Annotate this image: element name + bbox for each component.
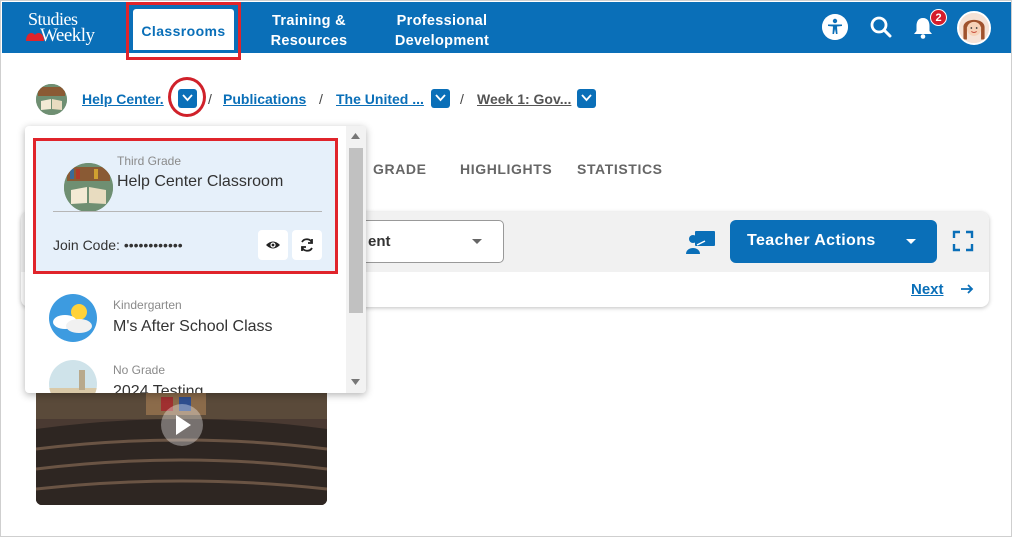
selected-classroom-item[interactable]: Third Grade Help Center Classroom Join C… xyxy=(33,138,338,274)
breadcrumb-classroom-dropdown[interactable] xyxy=(178,89,197,108)
scroll-down-icon[interactable] xyxy=(351,379,360,385)
chevron-down-icon xyxy=(182,94,193,102)
open-book-icon xyxy=(64,163,113,212)
classroom-grade: Kindergarten xyxy=(113,298,182,312)
tab-grade[interactable]: GRADE xyxy=(373,161,427,177)
scroll-up-icon[interactable] xyxy=(351,133,360,139)
user-avatar[interactable] xyxy=(957,11,991,45)
classroom-name: Help Center Classroom xyxy=(117,173,284,190)
nav-classrooms-highlight: Classrooms xyxy=(126,2,241,60)
divider xyxy=(53,211,322,212)
breadcrumb-help-center[interactable]: Help Center. xyxy=(82,91,164,107)
tab-highlights[interactable]: HIGHLIGHTS xyxy=(460,161,552,177)
search-icon[interactable] xyxy=(868,14,894,40)
tab-statistics[interactable]: STATISTICS xyxy=(577,161,663,177)
classroom-name: 2024 Testing xyxy=(113,383,204,393)
list-item[interactable]: No Grade 2024 Testing xyxy=(25,352,345,393)
breadcrumb-week[interactable]: Week 1: Gov... xyxy=(477,91,571,107)
teacher-actions-button[interactable]: Teacher Actions xyxy=(730,220,937,263)
landscape-icon xyxy=(49,360,97,393)
breadcrumb-separator: / xyxy=(460,91,464,107)
caret-down-icon xyxy=(906,239,916,244)
breadcrumb-separator: / xyxy=(319,91,323,107)
list-item[interactable]: Kindergarten M's After School Class xyxy=(25,286,345,352)
classroom-thumbnail xyxy=(64,163,113,212)
apple-icon xyxy=(26,33,44,41)
breadcrumb-publication-dropdown[interactable] xyxy=(431,89,450,108)
nav-professional-line1: Professional xyxy=(396,13,488,29)
join-code-label: Join Code: •••••••••••• xyxy=(53,237,183,253)
studies-weekly-logo[interactable]: Studies Weekly xyxy=(24,9,114,47)
top-navbar: Studies Weekly Classrooms Training & Res… xyxy=(2,2,1011,60)
chevron-down-icon xyxy=(435,94,446,102)
classroom-avatar[interactable] xyxy=(36,84,67,115)
nav-classrooms-tab[interactable]: Classrooms xyxy=(133,9,234,53)
breadcrumb-publication-title[interactable]: The United ... xyxy=(336,91,424,107)
app-window: Studies Weekly Classrooms Training & Res… xyxy=(0,0,1012,537)
arrow-right-icon[interactable] xyxy=(960,282,974,296)
nav-training-line1: Training & xyxy=(272,13,346,29)
open-book-icon xyxy=(36,84,67,115)
chevron-down-icon xyxy=(581,94,592,102)
show-join-code-button[interactable] xyxy=(258,230,288,260)
dropdown-scrollbar-thumb[interactable] xyxy=(349,148,363,313)
breadcrumb-separator: / xyxy=(208,91,212,107)
view-select-value: ent xyxy=(368,233,391,250)
breadcrumb-publications[interactable]: Publications xyxy=(223,91,306,107)
play-button[interactable] xyxy=(161,404,203,446)
breadcrumb-week-dropdown[interactable] xyxy=(577,89,596,108)
refresh-icon xyxy=(301,238,313,252)
sun-clouds-icon xyxy=(49,294,97,342)
fullscreen-icon[interactable] xyxy=(952,230,974,252)
user-face-icon xyxy=(959,13,989,43)
nav-professional-development[interactable]: Professional Development xyxy=(388,11,496,51)
join-code-value: •••••••••••• xyxy=(123,237,183,253)
accessibility-icon[interactable] xyxy=(822,14,848,40)
classroom-grade: Third Grade xyxy=(117,154,182,168)
nav-training-line2: Resources xyxy=(270,33,348,49)
nav-professional-line2: Development xyxy=(394,33,490,49)
teacher-actions-label: Teacher Actions xyxy=(747,232,876,249)
caret-down-icon xyxy=(472,239,482,244)
classroom-grade: No Grade xyxy=(113,363,166,377)
eye-icon xyxy=(266,241,280,249)
join-code-label-text: Join Code: xyxy=(53,237,120,253)
classroom-thumbnail xyxy=(49,360,97,393)
next-link[interactable]: Next xyxy=(911,281,944,298)
classroom-dropdown-menu[interactable]: Third Grade Help Center Classroom Join C… xyxy=(25,126,366,393)
play-icon xyxy=(176,415,191,435)
classroom-name: M's After School Class xyxy=(113,318,273,335)
logo-text-line2: Weekly xyxy=(40,25,95,46)
notification-badge: 2 xyxy=(930,9,947,26)
nav-training-resources[interactable]: Training & Resources xyxy=(264,11,354,51)
classroom-thumbnail xyxy=(49,294,97,342)
present-icon[interactable] xyxy=(685,228,717,256)
refresh-join-code-button[interactable] xyxy=(292,230,322,260)
